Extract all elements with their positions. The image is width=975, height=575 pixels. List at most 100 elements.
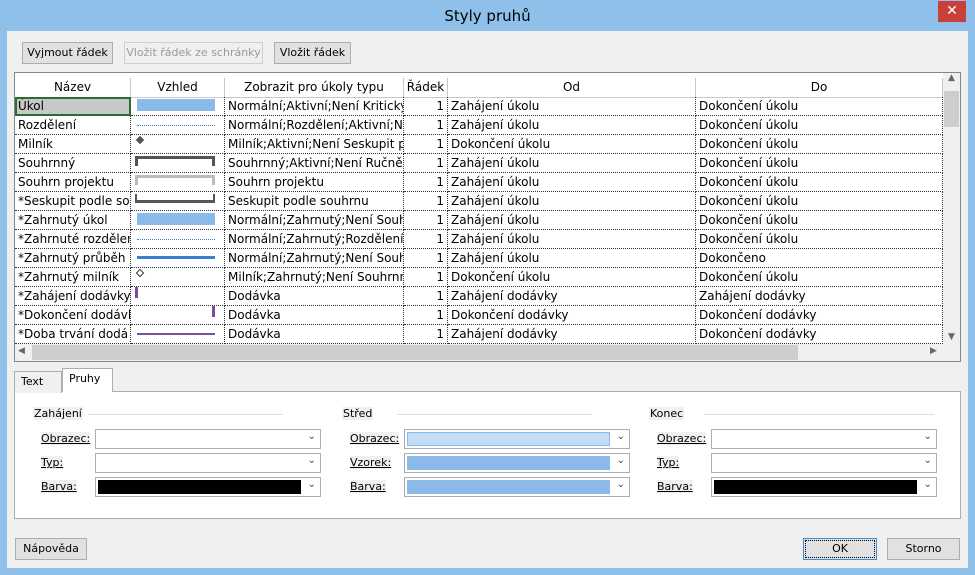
horizontal-scrollbar[interactable]: ◀ ▶ <box>15 344 960 361</box>
table-cell[interactable]: 1 <box>404 192 448 211</box>
table-cell[interactable]: 1 <box>404 249 448 268</box>
table-cell[interactable]: Dokončeno <box>696 249 943 268</box>
appearance-cell[interactable] <box>131 268 225 287</box>
table-cell[interactable]: Dokončení úkolu <box>448 135 696 154</box>
cancel-button[interactable]: Storno <box>887 538 960 560</box>
table-cell[interactable]: 1 <box>404 154 448 173</box>
tab-pruhy[interactable]: Pruhy <box>62 368 113 392</box>
table-cell[interactable]: Zahájení dodávky <box>448 287 696 306</box>
help-button[interactable]: Nápověda <box>15 538 87 560</box>
appearance-cell[interactable] <box>131 154 225 173</box>
cut-row-button[interactable]: Vyjmout řádek <box>22 42 113 64</box>
table-cell[interactable]: Dokončení úkolu <box>696 97 943 116</box>
table-cell[interactable]: Milník;Aktivní;Není Seskupit pc <box>225 135 404 154</box>
table-cell[interactable]: Souhrnný <box>15 154 131 173</box>
dropdown-barva[interactable]: ⌄ <box>711 477 937 497</box>
table-cell[interactable]: Souhrn projektu <box>225 173 404 192</box>
column-header[interactable]: Název <box>15 78 131 98</box>
table-cell[interactable]: Normální;Zahrnutý;Není Souhr <box>225 211 404 230</box>
bar-styles-table[interactable]: ▲ ▼ ◀ ▶ Název Vzhled Zobrazit pro úkoly ty… <box>14 72 961 362</box>
table-cell[interactable]: Dokončení úkolu <box>696 268 943 287</box>
table-cell[interactable]: *Doba trvání dodá <box>15 325 131 344</box>
table-cell[interactable]: Úkol <box>15 97 131 116</box>
table-cell[interactable]: Dokončení úkolu <box>696 135 943 154</box>
column-header[interactable]: Zobrazit pro úkoly typu <box>225 78 404 98</box>
table-cell[interactable]: 1 <box>404 287 448 306</box>
table-cell[interactable]: Dodávka <box>225 306 404 325</box>
table-cell[interactable]: *Zahrnutý milník <box>15 268 131 287</box>
table-cell[interactable]: Zahájení úkolu <box>448 249 696 268</box>
table-cell[interactable]: Souhrn projektu <box>15 173 131 192</box>
scroll-thumb-horizontal[interactable] <box>32 345 798 360</box>
column-header[interactable]: Vzhled <box>131 78 225 98</box>
dropdown-typ[interactable]: ⌄ <box>95 453 321 473</box>
dropdown-obrazec[interactable]: ⌄ <box>404 429 630 449</box>
insert-row-button[interactable]: Vložit řádek <box>274 42 351 64</box>
scroll-right-icon[interactable]: ▶ <box>930 346 937 356</box>
column-header[interactable]: Do <box>696 78 943 98</box>
table-cell[interactable]: Dokončení dodávky <box>696 325 943 344</box>
dropdown-vzorek[interactable]: ⌄ <box>404 453 630 473</box>
table-cell[interactable]: Milník;Zahrnutý;Není Souhrnný <box>225 268 404 287</box>
table-cell[interactable]: Zahájení úkolu <box>448 97 696 116</box>
table-cell[interactable]: 1 <box>404 325 448 344</box>
table-cell[interactable]: Zahájení úkolu <box>448 192 696 211</box>
table-cell[interactable]: Souhrnný;Aktivní;Není Ručně n <box>225 154 404 173</box>
table-cell[interactable]: Milník <box>15 135 131 154</box>
table-cell[interactable]: *Dokončení dodávl <box>15 306 131 325</box>
appearance-cell[interactable] <box>131 249 225 268</box>
table-cell[interactable]: 1 <box>404 97 448 116</box>
table-cell[interactable]: Dokončení úkolu <box>448 268 696 287</box>
appearance-cell[interactable] <box>131 135 225 154</box>
appearance-cell[interactable] <box>131 230 225 249</box>
appearance-cell[interactable] <box>131 306 225 325</box>
scroll-up-icon[interactable]: ▲ <box>943 73 960 83</box>
column-header[interactable]: Od <box>448 78 696 98</box>
table-cell[interactable]: 1 <box>404 306 448 325</box>
tab-text[interactable]: Text <box>14 371 62 393</box>
dropdown-barva[interactable]: ⌄ <box>404 477 630 497</box>
table-cell[interactable]: *Seskupit podle so <box>15 192 131 211</box>
appearance-cell[interactable] <box>131 97 225 116</box>
table-cell[interactable]: *Zahrnutý průběh <box>15 249 131 268</box>
paste-row-button[interactable]: Vložit řádek ze schránky <box>124 42 263 64</box>
table-cell[interactable]: Seskupit podle souhrnu <box>225 192 404 211</box>
table-cell[interactable]: Rozdělení <box>15 116 131 135</box>
table-cell[interactable]: Dokončení dodávky <box>448 306 696 325</box>
table-cell[interactable]: Zahájení úkolu <box>448 173 696 192</box>
table-cell[interactable]: Zahájení úkolu <box>448 154 696 173</box>
vertical-scrollbar[interactable]: ▲ ▼ <box>943 73 960 344</box>
table-cell[interactable]: Dokončení dodávky <box>696 306 943 325</box>
table-cell[interactable]: Zahájení úkolu <box>448 230 696 249</box>
table-cell[interactable]: Zahájení dodávky <box>448 325 696 344</box>
appearance-cell[interactable] <box>131 192 225 211</box>
dropdown-typ[interactable]: ⌄ <box>711 453 937 473</box>
table-cell[interactable]: Zahájení úkolu <box>448 211 696 230</box>
ok-button[interactable]: OK <box>803 538 877 560</box>
table-cell[interactable]: Dokončení úkolu <box>696 192 943 211</box>
scroll-thumb[interactable] <box>944 91 959 127</box>
table-cell[interactable]: 1 <box>404 135 448 154</box>
table-cell[interactable]: 1 <box>404 230 448 249</box>
table-cell[interactable]: 1 <box>404 211 448 230</box>
table-cell[interactable]: Normální;Aktivní;Není Kritický; <box>225 97 404 116</box>
table-cell[interactable]: Dokončení úkolu <box>696 173 943 192</box>
table-cell[interactable]: Dokončení úkolu <box>696 211 943 230</box>
scroll-left-icon[interactable]: ◀ <box>18 346 25 356</box>
appearance-cell[interactable] <box>131 116 225 135</box>
table-cell[interactable]: Dodávka <box>225 287 404 306</box>
appearance-cell[interactable] <box>131 325 225 344</box>
table-cell[interactable]: *Zahrnutý úkol <box>15 211 131 230</box>
dropdown-barva[interactable]: ⌄ <box>95 477 321 497</box>
table-cell[interactable]: *Zahájení dodávky <box>15 287 131 306</box>
table-cell[interactable]: Dodávka <box>225 325 404 344</box>
table-cell[interactable]: 1 <box>404 268 448 287</box>
table-cell[interactable]: Normální;Zahrnutý;Rozdělení;N <box>225 230 404 249</box>
appearance-cell[interactable] <box>131 211 225 230</box>
close-button[interactable]: ✕ <box>938 1 966 22</box>
dropdown-obrazec[interactable]: ⌄ <box>95 429 321 449</box>
appearance-cell[interactable] <box>131 287 225 306</box>
column-header[interactable]: Řádek <box>404 78 448 98</box>
table-cell[interactable]: Dokončení úkolu <box>696 230 943 249</box>
table-cell[interactable]: 1 <box>404 173 448 192</box>
